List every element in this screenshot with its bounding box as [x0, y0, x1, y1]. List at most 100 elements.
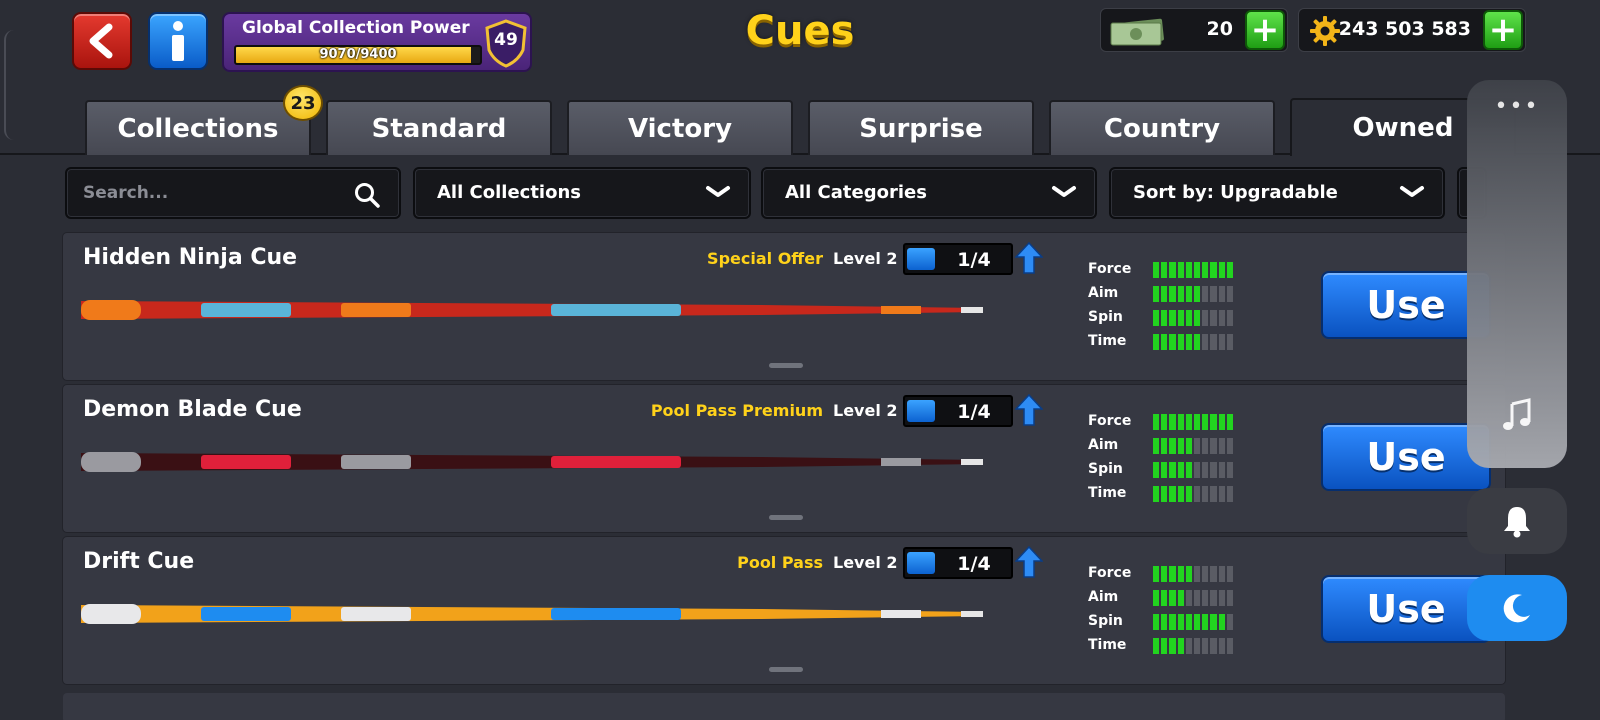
stat-segment — [1153, 310, 1160, 326]
stat-segment — [1153, 590, 1160, 606]
notifications-button[interactable] — [1467, 488, 1567, 554]
stat-segment — [1202, 262, 1209, 278]
stat-bar-force — [1153, 262, 1233, 278]
cash-panel: 20 + — [1100, 8, 1288, 52]
stat-segment — [1226, 566, 1233, 582]
use-button[interactable]: Use — [1321, 423, 1491, 491]
stat-segment — [1153, 414, 1160, 430]
cash-value: 20 — [1206, 18, 1233, 40]
upgrade-arrow-icon[interactable] — [1015, 545, 1043, 579]
stat-bar-aim — [1153, 438, 1233, 454]
stat-segment — [1161, 310, 1168, 326]
cue-card-partial — [63, 693, 1505, 720]
stat-segment — [1210, 438, 1217, 454]
cue-card[interactable]: Demon Blade Cue Pool Pass Premium Level 2 1… — [63, 385, 1505, 532]
stat-segment — [1218, 590, 1225, 606]
cue-card[interactable]: Drift Cue Pool Pass Level 2 1/4 Force Aim Spin… — [63, 537, 1505, 684]
stat-segment — [1169, 262, 1176, 278]
stat-segment — [1226, 262, 1233, 278]
stat-segment — [1193, 414, 1201, 430]
tab-surprise[interactable]: Surprise — [808, 100, 1034, 155]
screen-edge — [4, 30, 14, 140]
categories-dropdown[interactable]: All Categories — [761, 167, 1097, 219]
cue-upgrade-progress[interactable]: 1/4 — [903, 243, 1013, 275]
stat-bar-time — [1153, 334, 1233, 350]
progress-chip — [907, 552, 935, 574]
stat-segment — [1169, 638, 1176, 654]
chevron-down-icon — [706, 186, 730, 197]
stat-segment — [1185, 486, 1192, 502]
stat-segment — [1161, 486, 1168, 502]
stat-segment — [1161, 614, 1168, 630]
add-coins-button[interactable]: + — [1483, 10, 1523, 50]
stat-segment — [1169, 590, 1176, 606]
stat-segment — [1218, 262, 1225, 278]
night-mode-button[interactable] — [1467, 575, 1567, 641]
stat-segment — [1226, 486, 1233, 502]
use-button[interactable]: Use — [1321, 271, 1491, 339]
stat-label-spin: Spin — [1088, 309, 1123, 325]
drag-handle[interactable] — [769, 363, 803, 368]
stat-segment — [1169, 286, 1176, 302]
collection-power-panel[interactable]: Global Collection Power 9070/9400 49 — [222, 12, 532, 72]
collection-power-level: 49 — [494, 30, 518, 50]
drag-handle[interactable] — [769, 667, 803, 672]
stat-segment — [1153, 334, 1160, 350]
stat-segment — [1169, 486, 1176, 502]
stat-segment — [1177, 566, 1184, 582]
stat-segment — [1193, 566, 1201, 582]
stat-label-time: Time — [1088, 333, 1127, 349]
cue-stick-image — [81, 452, 983, 472]
stat-segment — [1202, 566, 1209, 582]
cue-upgrade-progress[interactable]: 1/4 — [903, 547, 1013, 579]
cue-name: Demon Blade Cue — [83, 397, 302, 422]
search-input[interactable] — [83, 181, 333, 205]
use-button[interactable]: Use — [1321, 575, 1491, 643]
stat-segment — [1153, 286, 1160, 302]
stat-segment — [1210, 614, 1217, 630]
tab-collections[interactable]: Collections — [85, 100, 311, 155]
stat-segment — [1185, 614, 1192, 630]
cue-upgrade-progress[interactable]: 1/4 — [903, 395, 1013, 427]
info-icon — [172, 21, 184, 61]
add-cash-button[interactable]: + — [1245, 10, 1285, 50]
cue-source: Special Offer — [707, 249, 823, 268]
tab-standard[interactable]: Standard — [326, 100, 552, 155]
stat-segment — [1210, 414, 1217, 430]
stat-bar-time — [1153, 638, 1233, 654]
stat-segment — [1193, 334, 1201, 350]
stat-segment — [1193, 638, 1201, 654]
upgrade-arrow-icon[interactable] — [1015, 393, 1043, 427]
stat-segment — [1185, 566, 1192, 582]
tab-victory[interactable]: Victory — [567, 100, 793, 155]
stat-segment — [1185, 590, 1192, 606]
stat-segment — [1226, 286, 1233, 302]
info-button[interactable] — [148, 12, 208, 70]
stat-segment — [1202, 414, 1209, 430]
categories-dropdown-value: All Categories — [785, 182, 927, 203]
stat-segment — [1202, 334, 1209, 350]
more-dots-icon[interactable]: ••• — [1467, 94, 1567, 119]
stat-bar-force — [1153, 414, 1233, 430]
stat-label-spin: Spin — [1088, 461, 1123, 477]
upgrade-arrow-icon[interactable] — [1015, 241, 1043, 275]
tab-country[interactable]: Country — [1049, 100, 1275, 155]
stat-segment — [1226, 438, 1233, 454]
collections-dropdown[interactable]: All Collections — [413, 167, 751, 219]
cue-card[interactable]: Hidden Ninja Cue Special Offer Level 2 1/4 F… — [63, 233, 1505, 380]
coins-value: 243 503 583 — [1338, 18, 1471, 40]
stat-label-force: Force — [1088, 413, 1132, 429]
drag-handle[interactable] — [769, 515, 803, 520]
collections-count-badge: 23 — [283, 85, 323, 121]
music-note-icon[interactable] — [1501, 398, 1533, 432]
search-icon[interactable] — [353, 181, 381, 209]
sort-dropdown[interactable]: Sort by: Upgradable — [1109, 167, 1445, 219]
search-box[interactable] — [65, 167, 401, 219]
edge-tools-panel[interactable]: ••• — [1467, 80, 1567, 468]
back-button[interactable] — [72, 12, 132, 70]
stat-segment — [1218, 414, 1225, 430]
stat-segment — [1177, 414, 1184, 430]
stat-segment — [1161, 638, 1168, 654]
cue-level: Level 2 — [833, 553, 898, 572]
collection-power-label: Global Collection Power — [242, 18, 470, 38]
